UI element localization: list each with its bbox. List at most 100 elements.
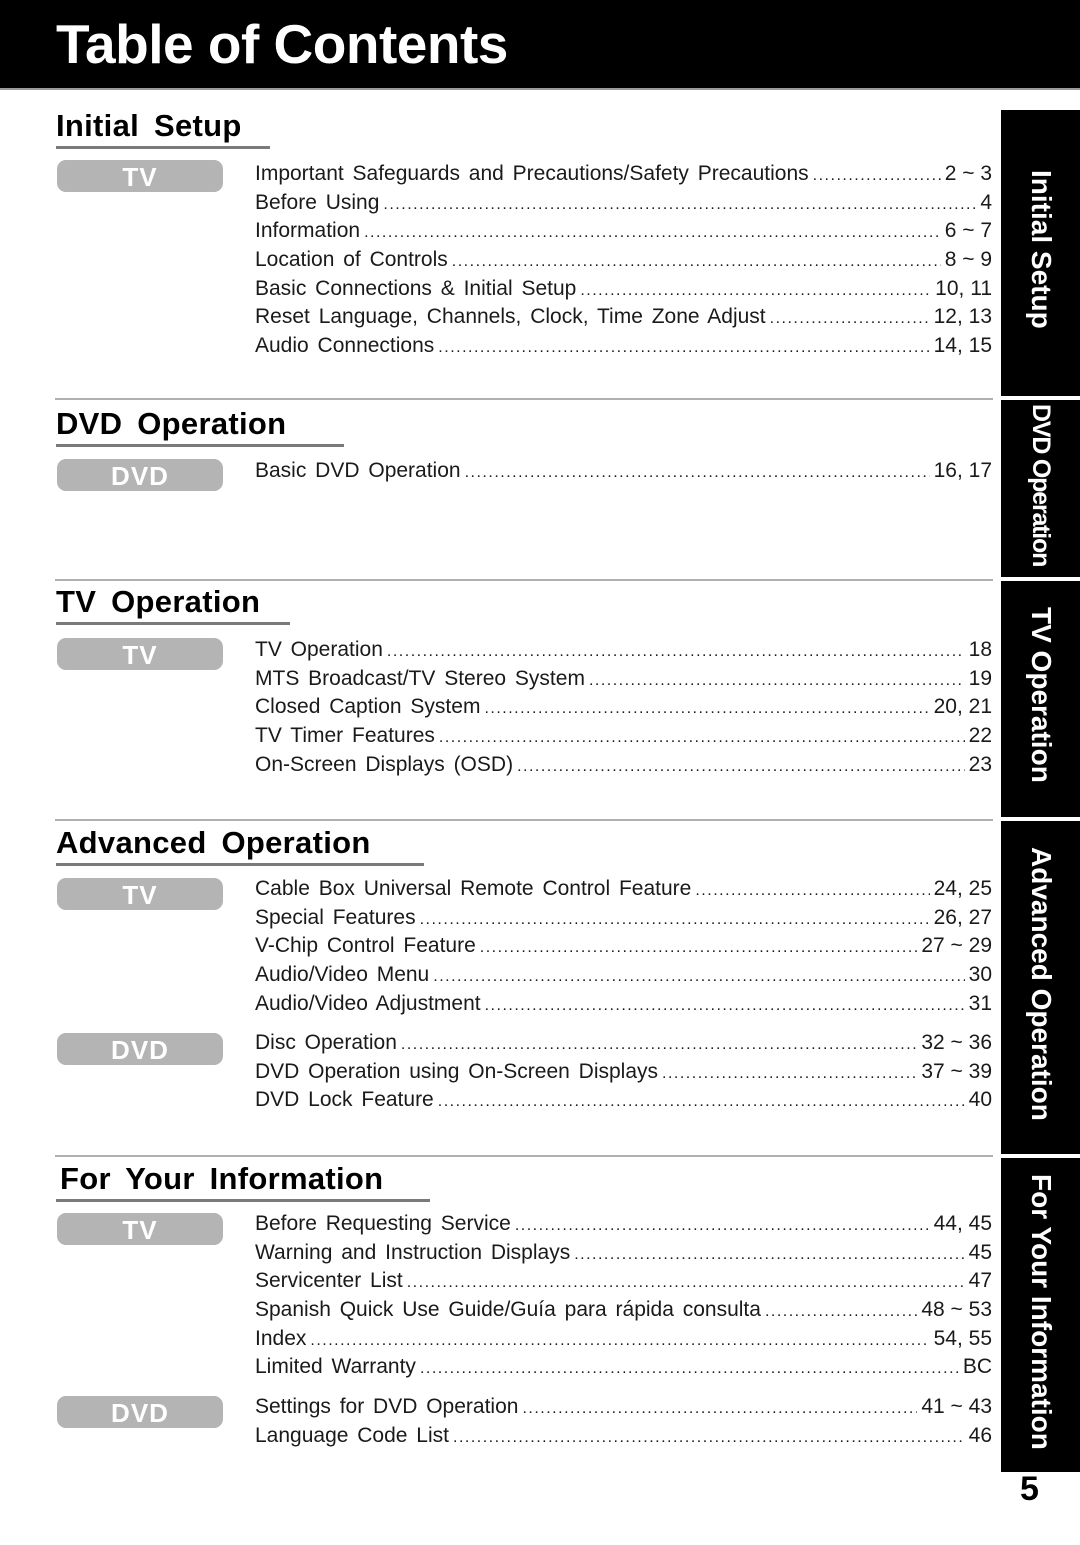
section-divider	[55, 819, 993, 821]
entry-page-numbers: 54, 55	[933, 1326, 992, 1350]
toc-entry[interactable]: Audio Connections 14, 15	[255, 332, 992, 361]
dot-leader	[438, 1088, 965, 1116]
dot-leader	[484, 695, 929, 723]
side-tab-dvd-operation[interactable]: DVD Operation	[1001, 400, 1080, 577]
entry-title: Before Using	[255, 188, 384, 217]
entry-title: Important Safeguards and Precautions/Saf…	[255, 160, 813, 188]
toc-entry[interactable]: Limited Warranty BC	[255, 1353, 992, 1382]
toc-entry[interactable]: Closed Caption System 20, 21	[255, 693, 992, 722]
page-header: Table of Contents	[0, 0, 1080, 90]
entry-title: Audio/Video Adjustment	[255, 989, 485, 1018]
toc-entry[interactable]: Servicenter List 47	[255, 1267, 992, 1296]
dot-leader	[420, 1355, 959, 1383]
section-underline	[56, 444, 344, 447]
entry-page-numbers: 32 ~ 36	[921, 1031, 992, 1054]
dot-leader	[453, 1424, 965, 1452]
toc-entry[interactable]: Audio/Video Menu 30	[255, 961, 992, 990]
entry-title: Warning and Instruction Displays	[255, 1238, 575, 1267]
section-divider	[55, 579, 993, 581]
entry-page-numbers: BC	[962, 1355, 992, 1379]
dot-leader	[480, 934, 918, 962]
dot-leader	[465, 459, 930, 487]
section-title: DVD Operation	[56, 406, 287, 441]
entry-page-numbers: 30	[968, 963, 992, 987]
toc-entry[interactable]: Warning and Instruction Displays 45	[255, 1238, 992, 1268]
toc-entry[interactable]: On-Screen Displays (OSD) 23	[255, 750, 992, 781]
side-tab-label: Initial Setup	[1025, 170, 1057, 329]
side-tab-tv-operation[interactable]: TV Operation	[1001, 581, 1080, 817]
side-tab-label: Advanced Operation	[1025, 847, 1057, 1121]
page-title: Table of Contents	[56, 13, 508, 75]
entry-title: TV Operation	[255, 636, 387, 664]
entry-title: TV Timer Features	[255, 722, 439, 751]
dot-leader	[813, 162, 941, 190]
entry-list: Settings for DVD Operation 41 ~ 43 Languag…	[255, 1393, 992, 1450]
dot-leader	[452, 248, 941, 276]
dot-leader	[522, 1395, 917, 1423]
entry-title: DVD Lock Feature	[255, 1086, 438, 1115]
section-underline	[56, 146, 270, 149]
toc-entry[interactable]: Index 54, 55	[255, 1324, 992, 1354]
section-underline	[56, 863, 424, 866]
toc-entry[interactable]: Audio/Video Adjustment 31	[255, 989, 992, 1019]
toc-entry[interactable]: Language Code List 46	[255, 1421, 992, 1452]
dot-leader	[364, 219, 941, 247]
dot-leader	[515, 1212, 930, 1240]
entry-page-numbers: 48 ~ 53	[921, 1298, 992, 1322]
toc-entry[interactable]: DVD Lock Feature 40	[255, 1086, 992, 1115]
dot-leader	[589, 667, 965, 695]
entry-page-numbers: 47	[968, 1269, 992, 1293]
toc-entry[interactable]: Special Features 26, 27	[255, 903, 992, 933]
side-tab-for-your-information[interactable]: For Your Information	[1001, 1158, 1080, 1472]
toc-entry[interactable]: Spanish Quick Use Guide/Guía para rápida…	[255, 1296, 992, 1325]
entry-page-numbers: 14, 15	[933, 334, 992, 358]
toc-entry[interactable]: MTS Broadcast/TV Stereo System 19	[255, 664, 992, 695]
entry-list: Basic DVD Operation 16, 17	[255, 457, 992, 486]
entry-title: On-Screen Displays (OSD)	[255, 750, 518, 779]
dot-leader	[387, 638, 965, 666]
page-number: 5	[1020, 1470, 1039, 1508]
toc-entry[interactable]: TV Operation 18	[255, 636, 992, 665]
section-title: Initial Setup	[56, 108, 242, 143]
side-tab-label: TV Operation	[1025, 607, 1057, 783]
entry-title: Cable Box Universal Remote Control Featu…	[255, 875, 696, 903]
entry-list: Cable Box Universal Remote Control Featu…	[255, 875, 992, 1018]
side-tab-initial-setup[interactable]: Initial Setup	[1001, 110, 1080, 396]
toc-entry[interactable]: Important Safeguards and Precautions/Saf…	[255, 160, 992, 189]
dot-leader	[580, 277, 931, 305]
toc-entry[interactable]: Cable Box Universal Remote Control Featu…	[255, 875, 992, 904]
dot-leader	[401, 1031, 917, 1059]
toc-entry[interactable]: Basic DVD Operation 16, 17	[255, 457, 992, 486]
toc-entry[interactable]: Location of Controls 8 ~ 9	[255, 246, 992, 275]
toc-entry[interactable]: V-Chip Control Feature 27 ~ 29	[255, 932, 992, 961]
entry-page-numbers: 12, 13	[933, 305, 992, 329]
toc-entry[interactable]: Settings for DVD Operation 41 ~ 43	[255, 1393, 992, 1422]
toc-entry[interactable]: Information 6 ~ 7	[255, 217, 992, 246]
entry-title: Before Requesting Service	[255, 1210, 515, 1238]
entry-page-numbers: 10, 11	[935, 276, 992, 300]
side-tab-label: DVD Operation	[1026, 404, 1055, 567]
toc-entry[interactable]: Before Using 4	[255, 188, 992, 218]
section-divider	[55, 398, 993, 400]
dot-leader	[517, 753, 965, 781]
entry-title: Servicenter List	[255, 1267, 407, 1296]
side-tab-advanced-operation[interactable]: Advanced Operation	[1001, 821, 1080, 1154]
dot-leader	[770, 305, 930, 333]
tv-badge: TV	[57, 638, 223, 670]
toc-entry[interactable]: Basic Connections & Initial Setup 10, 11	[255, 274, 992, 305]
entry-title: Language Code List	[255, 1421, 453, 1450]
dot-leader	[765, 1298, 917, 1326]
toc-entry[interactable]: Disc Operation 32 ~ 36	[255, 1029, 992, 1058]
dot-leader	[438, 334, 929, 362]
entry-list: Important Safeguards and Precautions/Saf…	[255, 160, 992, 361]
entry-page-numbers: 41 ~ 43	[921, 1395, 992, 1418]
toc-entry[interactable]: Reset Language, Channels, Clock, Time Zo…	[255, 303, 992, 332]
toc-entry[interactable]: Before Requesting Service 44, 45	[255, 1210, 992, 1239]
toc-entry[interactable]: DVD Operation using On-Screen Displays 37…	[255, 1057, 992, 1087]
toc-entry[interactable]: TV Timer Features 22	[255, 722, 992, 751]
entry-title: DVD Operation using On-Screen Displays	[255, 1057, 663, 1086]
entry-page-numbers: 26, 27	[933, 905, 992, 929]
entry-page-numbers: 37 ~ 39	[921, 1059, 992, 1083]
section-underline	[56, 1199, 430, 1202]
entry-title: Index	[255, 1324, 311, 1353]
